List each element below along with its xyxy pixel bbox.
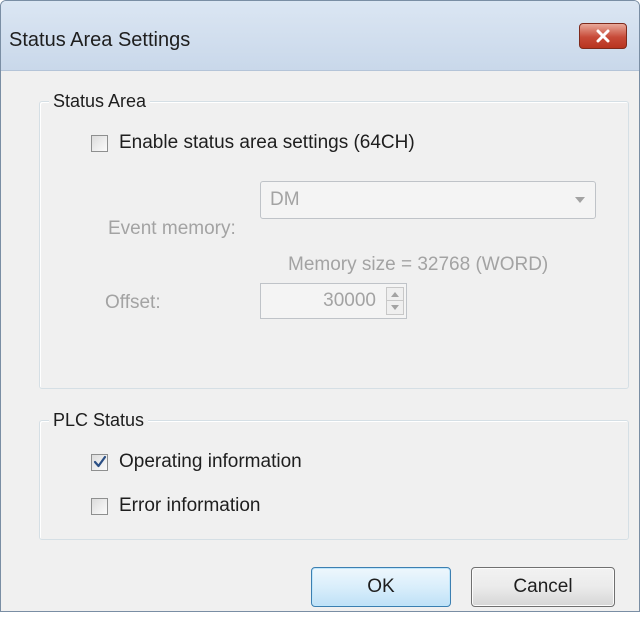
enable-status-area-checkbox[interactable] (91, 134, 108, 152)
event-memory-label: Event memory: (108, 218, 236, 239)
operating-information-label: Operating information (119, 451, 302, 472)
offset-spin-buttons (386, 287, 404, 315)
arrow-down-icon (391, 305, 399, 310)
dialog-title: Status Area Settings (9, 29, 191, 51)
error-information-checkbox-row[interactable]: Error information (91, 495, 261, 517)
status-area-settings-dialog: Status Area Settings Status Area Enable … (0, 0, 640, 612)
offset-label: Offset: (105, 292, 161, 313)
error-information-label: Error information (119, 495, 261, 516)
plc-status-group: PLC Status Operating information Error i… (39, 409, 629, 540)
close-button[interactable] (579, 23, 627, 49)
enable-status-area-label: Enable status area settings (64CH) (119, 132, 415, 153)
cancel-button[interactable]: Cancel (471, 567, 615, 607)
offset-spin-input[interactable]: 30000 (260, 283, 407, 319)
memory-size-text: Memory size = 32768 (WORD) (288, 254, 549, 275)
title-bar: Status Area Settings (1, 1, 639, 71)
plc-status-group-label: PLC Status (49, 409, 149, 431)
checkmark-icon (93, 455, 107, 467)
close-x-icon (596, 29, 610, 43)
status-area-group: Status Area Enable status area settings … (39, 90, 629, 389)
operating-information-checkbox[interactable] (91, 453, 108, 471)
dialog-body: Status Area Enable status area settings … (11, 71, 631, 611)
spin-down-button[interactable] (387, 301, 403, 314)
event-memory-value: DM (270, 189, 300, 210)
arrow-up-icon (391, 291, 399, 297)
offset-value: 30000 (323, 290, 376, 311)
chevron-down-icon (575, 197, 585, 203)
status-area-group-label: Status Area (49, 90, 151, 112)
enable-status-area-checkbox-row[interactable]: Enable status area settings (64CH) (91, 132, 415, 154)
event-memory-dropdown[interactable]: DM (260, 181, 596, 219)
spin-up-button[interactable] (387, 288, 403, 301)
error-information-checkbox[interactable] (91, 497, 108, 515)
ok-button[interactable]: OK (311, 567, 451, 607)
operating-information-checkbox-row[interactable]: Operating information (91, 451, 302, 473)
